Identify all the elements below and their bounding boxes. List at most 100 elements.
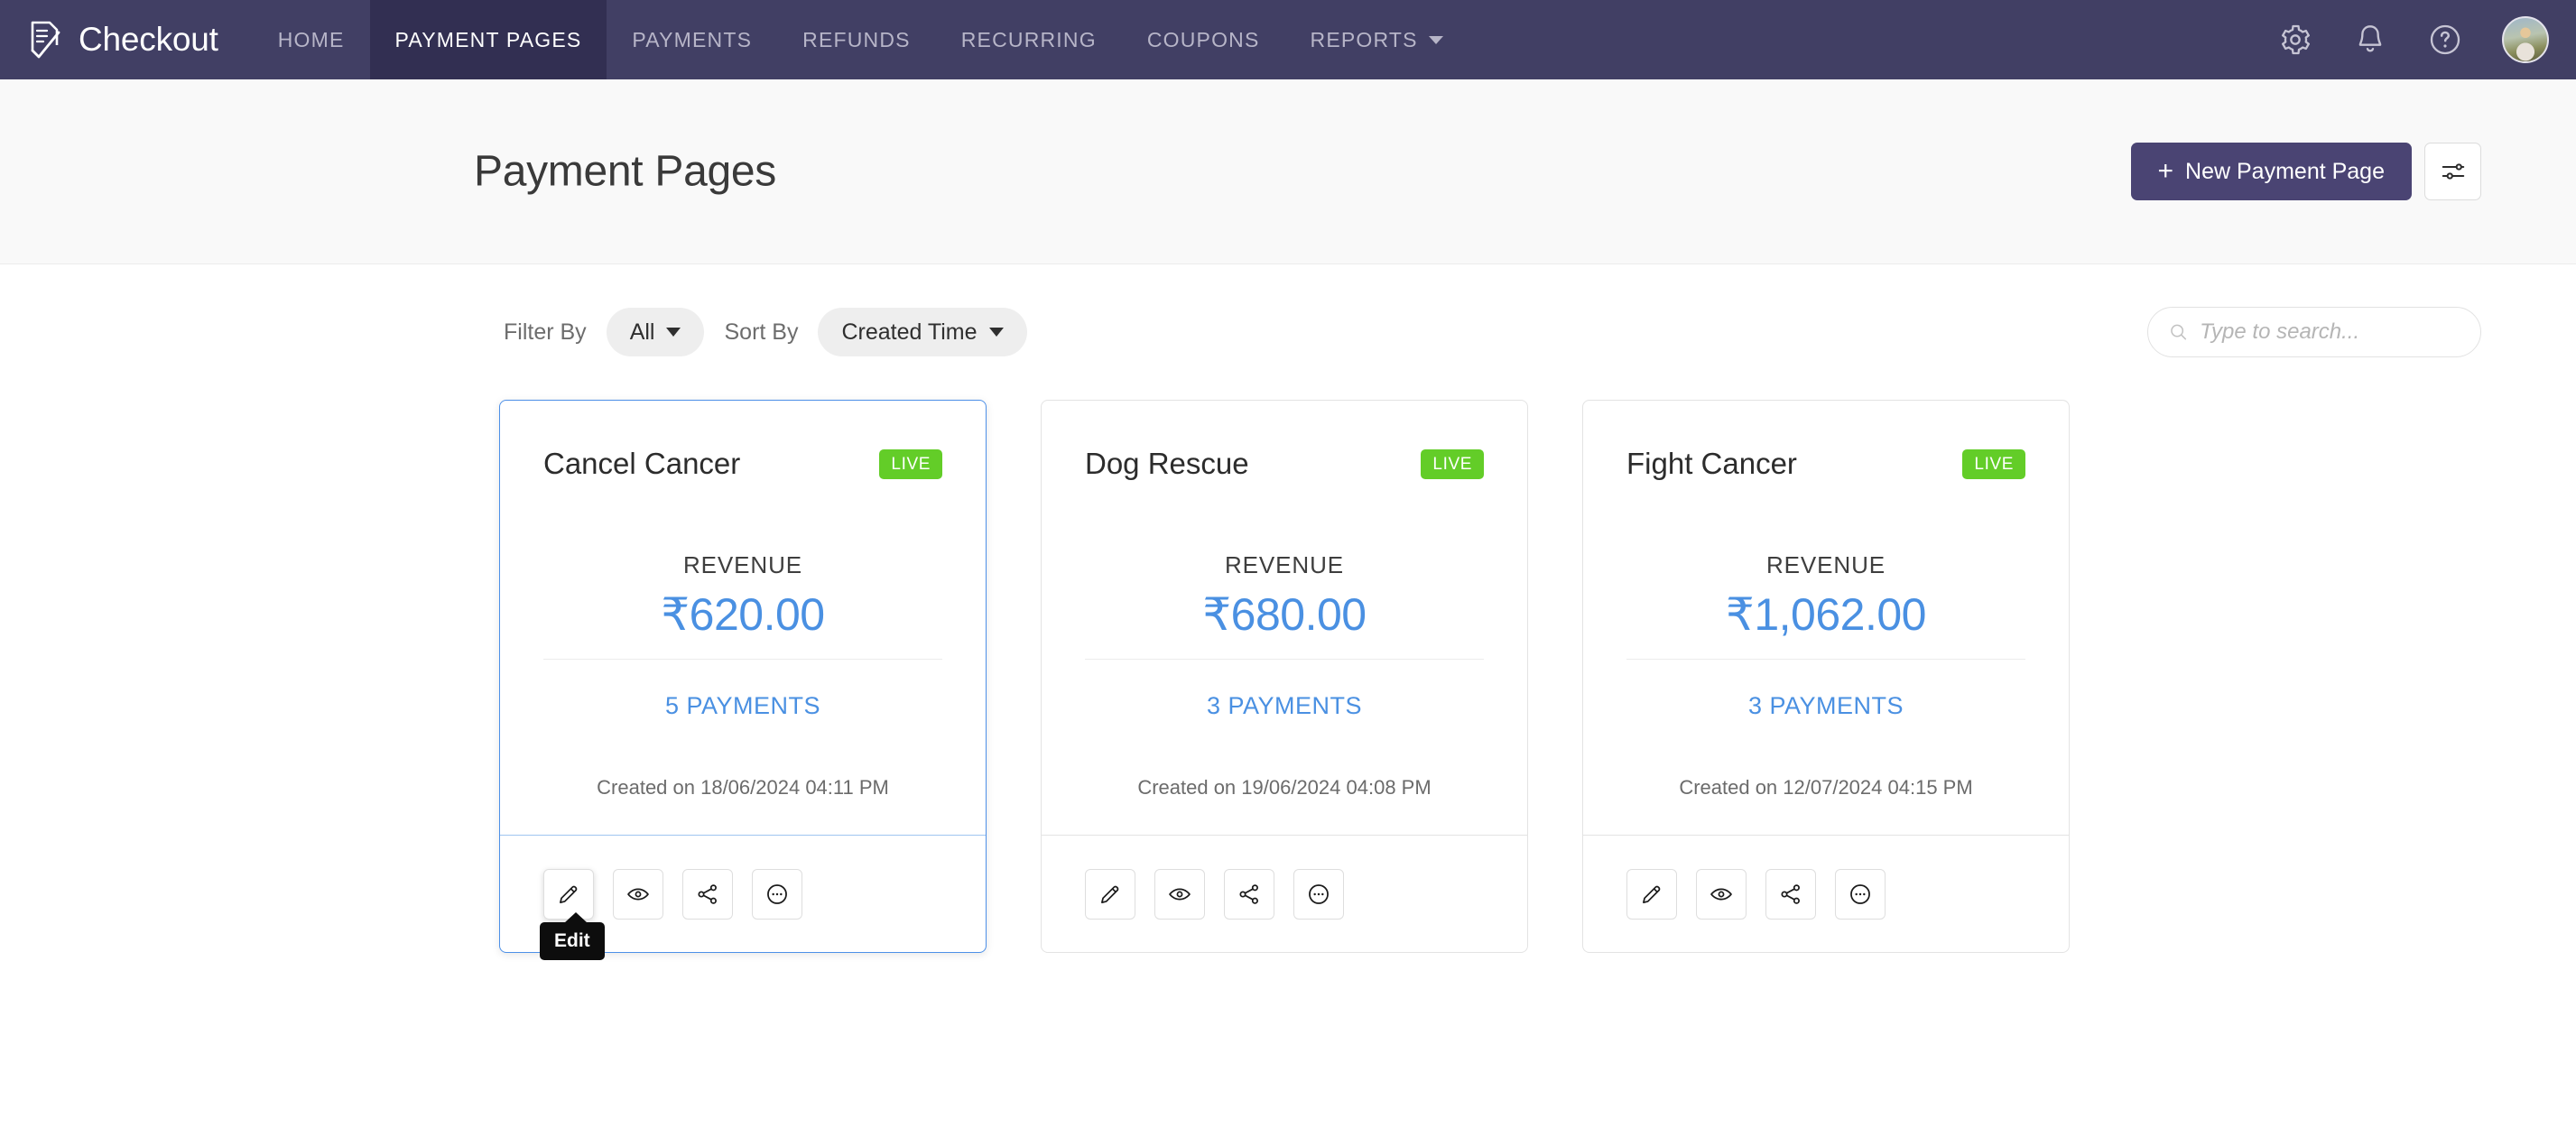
nav-link-label: RECURRING — [960, 27, 1097, 51]
revenue-block: REVENUE ₹620.00 — [543, 551, 942, 641]
payment-page-card[interactable]: Cancel Cancer LIVE REVENUE ₹620.00 5 PAY… — [499, 400, 987, 960]
payments-link[interactable]: 3 PAYMENTS — [1626, 692, 2025, 720]
created-on-text: Created on 18/06/2024 04:11 PM — [597, 776, 889, 799]
page-title: Payment Pages — [474, 147, 776, 196]
divider — [1085, 659, 1484, 660]
revenue-block: REVENUE ₹1,062.00 — [1626, 551, 2025, 641]
card-header: Cancel Cancer LIVE — [543, 437, 942, 491]
preview-button[interactable] — [1696, 868, 1747, 920]
nav-link-home[interactable]: HOME — [253, 0, 370, 79]
created-on-text: Created on 12/07/2024 04:15 PM — [1679, 776, 1973, 799]
payments-link[interactable]: 3 PAYMENTS — [1085, 692, 1484, 720]
search-box[interactable] — [2147, 307, 2481, 357]
page-header: Payment Pages + New Payment Page — [0, 79, 2576, 264]
header-actions: + New Payment Page — [2130, 143, 2481, 200]
nav-link-label: HOME — [277, 27, 345, 51]
view-settings-button[interactable] — [2424, 143, 2481, 200]
share-button[interactable] — [1765, 868, 1816, 920]
nav-link-payments[interactable]: PAYMENTS — [607, 0, 777, 79]
brand-logo-group[interactable]: Checkout — [0, 0, 253, 79]
status-badge: LIVE — [1962, 448, 2025, 479]
nav-link-reports[interactable]: REPORTS — [1285, 0, 1469, 79]
card-title: Fight Cancer — [1626, 447, 1797, 480]
payments-link[interactable]: 5 PAYMENTS — [543, 692, 942, 720]
card-actions — [1583, 835, 2069, 952]
divider — [543, 659, 942, 660]
more-icon — [1850, 883, 1870, 904]
search-input[interactable] — [2200, 319, 2460, 345]
help-icon[interactable] — [2427, 22, 2463, 58]
card-header: Fight Cancer LIVE — [1626, 437, 2025, 491]
sort-by-label: Sort By — [724, 319, 799, 345]
card-body: Dog Rescue LIVE REVENUE ₹680.00 3 PAYMEN… — [1042, 401, 1527, 835]
bell-icon[interactable] — [2352, 22, 2388, 58]
more-icon — [1309, 883, 1329, 904]
preview-icon — [627, 888, 649, 900]
payment-page-card[interactable]: Dog Rescue LIVE REVENUE ₹680.00 3 PAYMEN… — [1041, 400, 1528, 953]
payment-page-card[interactable]: Fight Cancer LIVE REVENUE ₹1,062.00 3 PA… — [1582, 400, 2070, 953]
revenue-label: REVENUE — [1766, 551, 1886, 578]
card-actions: Edit — [500, 835, 986, 960]
preview-icon — [1169, 888, 1191, 900]
share-icon — [1239, 883, 1258, 904]
plus-icon: + — [2157, 156, 2174, 186]
share-icon — [698, 883, 717, 904]
chevron-down-icon — [666, 328, 681, 337]
card-actions — [1042, 835, 1527, 952]
edit-icon — [1643, 885, 1661, 903]
card-body: Fight Cancer LIVE REVENUE ₹1,062.00 3 PA… — [1583, 401, 2069, 835]
nav-link-label: PAYMENTS — [632, 27, 753, 51]
more-button[interactable] — [1293, 868, 1344, 920]
card-title: Dog Rescue — [1085, 447, 1249, 480]
status-badge: LIVE — [1421, 448, 1484, 479]
sort-by-value: Created Time — [841, 319, 978, 345]
edit-button[interactable] — [1085, 868, 1135, 920]
preview-button[interactable] — [1154, 868, 1205, 920]
revenue-amount: ₹620.00 — [661, 589, 825, 640]
sort-by-dropdown[interactable]: Created Time — [818, 308, 1027, 356]
chevron-down-icon — [1428, 35, 1443, 44]
filter-by-dropdown[interactable]: All — [606, 308, 705, 356]
status-badge: LIVE — [879, 448, 942, 479]
created-on-text: Created on 19/06/2024 04:08 PM — [1137, 776, 1432, 799]
share-button[interactable] — [682, 868, 733, 920]
edit-button[interactable] — [1626, 868, 1677, 920]
chevron-down-icon — [988, 328, 1004, 337]
card-body: Cancel Cancer LIVE REVENUE ₹620.00 5 PAY… — [500, 401, 986, 835]
gear-icon[interactable] — [2277, 22, 2313, 58]
nav-link-label: REFUNDS — [802, 27, 911, 51]
card-title: Cancel Cancer — [543, 447, 741, 480]
avatar[interactable] — [2502, 16, 2549, 63]
nav-link-label: COUPONS — [1146, 27, 1260, 51]
top-navbar: Checkout HOME PAYMENT PAGES PAYMENTS REF… — [0, 0, 2576, 79]
edit-icon — [560, 885, 578, 903]
search-icon — [2171, 324, 2187, 340]
share-button[interactable] — [1224, 868, 1274, 920]
nav-link-label: REPORTS — [1310, 27, 1418, 51]
nav-link-label: PAYMENT PAGES — [394, 27, 582, 51]
filter-controls: Filter By All Sort By Created Time — [504, 308, 1027, 356]
new-payment-page-button[interactable]: + New Payment Page — [2130, 143, 2412, 200]
more-button[interactable] — [752, 868, 802, 920]
nav-link-refunds[interactable]: REFUNDS — [777, 0, 936, 79]
brand-name: Checkout — [79, 21, 218, 58]
navbar-right-actions — [2277, 0, 2576, 79]
revenue-amount: ₹1,062.00 — [1726, 589, 1926, 640]
preview-button[interactable] — [613, 868, 663, 920]
filter-by-value: All — [629, 319, 655, 345]
revenue-block: REVENUE ₹680.00 — [1085, 551, 1484, 641]
sliders-icon — [2442, 163, 2464, 180]
more-button[interactable] — [1835, 868, 1886, 920]
more-icon — [767, 883, 787, 904]
nav-link-payment-pages[interactable]: PAYMENT PAGES — [369, 0, 607, 79]
revenue-label: REVENUE — [1225, 551, 1344, 578]
preview-icon — [1710, 888, 1732, 900]
card-header: Dog Rescue LIVE — [1085, 437, 1484, 491]
edit-icon — [1101, 885, 1119, 903]
revenue-amount: ₹680.00 — [1202, 589, 1367, 640]
checkout-logo-icon — [31, 21, 60, 59]
nav-link-recurring[interactable]: RECURRING — [936, 0, 1122, 79]
nav-link-coupons[interactable]: COUPONS — [1122, 0, 1285, 79]
edit-tooltip: Edit — [540, 912, 605, 960]
new-payment-page-label: New Payment Page — [2185, 158, 2385, 184]
